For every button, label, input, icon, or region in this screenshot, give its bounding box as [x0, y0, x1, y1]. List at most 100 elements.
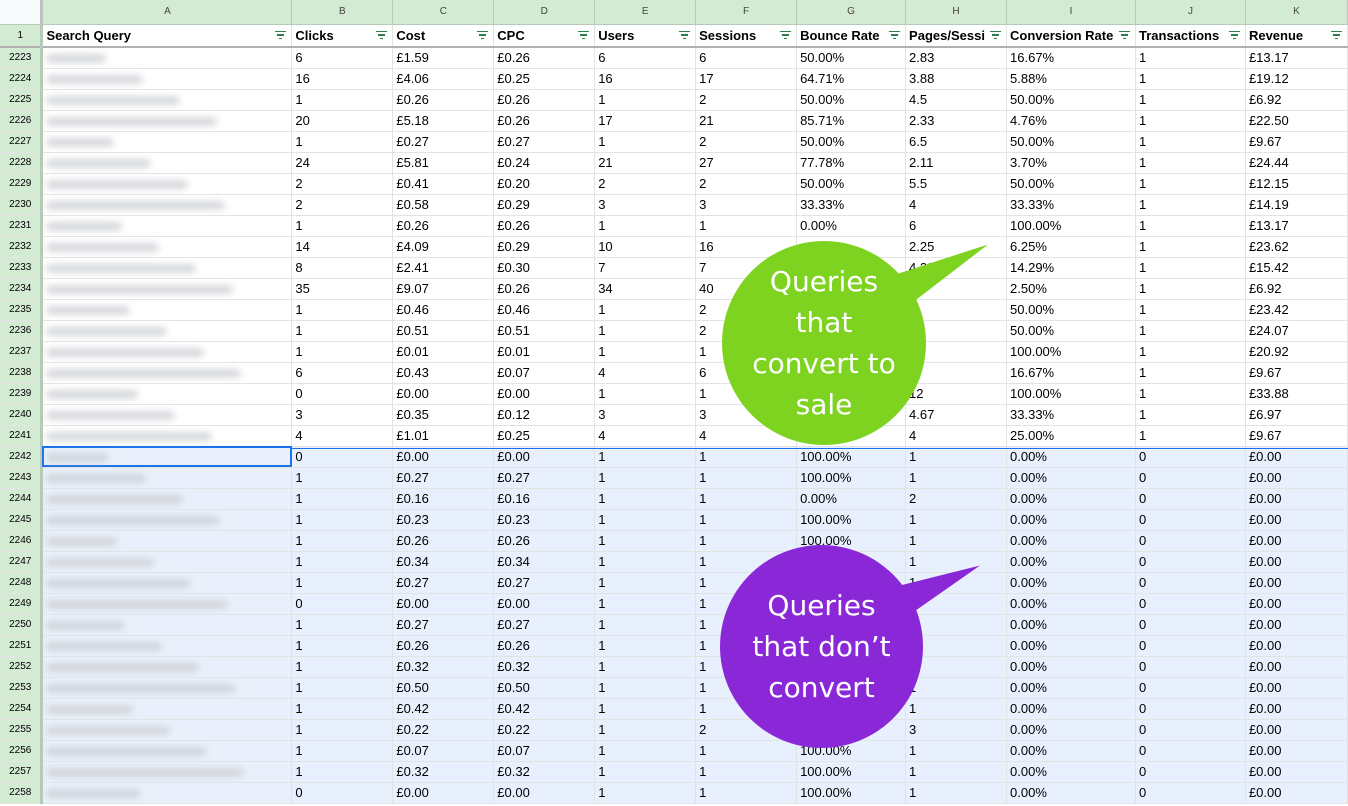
cell[interactable]: 1 — [695, 488, 798, 510]
column-header-c[interactable]: C — [392, 0, 495, 25]
cell[interactable]: £0.26 — [493, 47, 596, 69]
cell[interactable]: 0.00% — [1006, 488, 1136, 510]
cell[interactable]: £0.00 — [493, 446, 596, 468]
cell[interactable]: £0.00 — [392, 593, 495, 615]
cell[interactable]: 1 — [291, 698, 394, 720]
cell[interactable]: £0.26 — [493, 110, 596, 132]
cell[interactable]: £0.46 — [392, 299, 495, 321]
cell[interactable]: £0.27 — [392, 131, 495, 153]
cell[interactable]: 1 — [594, 593, 697, 615]
cell[interactable]: 1 — [594, 530, 697, 552]
cell[interactable]: £0.16 — [392, 488, 495, 510]
cell[interactable]: £33.88 — [1245, 383, 1348, 405]
cell[interactable]: 0 — [1135, 593, 1246, 615]
cell[interactable]: 1 — [594, 761, 697, 783]
search-query-cell-redacted[interactable] — [41, 656, 293, 678]
cell[interactable]: 50.00% — [796, 89, 907, 111]
cell[interactable]: 0.00% — [1006, 509, 1136, 531]
cell[interactable]: 1 — [1135, 110, 1246, 132]
cell[interactable]: 1 — [1135, 236, 1246, 258]
header-cell[interactable]: Users — [594, 24, 697, 48]
cell[interactable]: 3 — [905, 719, 1008, 741]
search-query-cell-redacted[interactable] — [41, 572, 293, 594]
cell[interactable]: 1 — [594, 89, 697, 111]
cell[interactable]: 10 — [594, 236, 697, 258]
cell[interactable]: £2.41 — [392, 257, 495, 279]
cell[interactable]: 1 — [594, 782, 697, 804]
cell[interactable]: 1 — [1135, 404, 1246, 426]
cell[interactable]: 3 — [291, 404, 394, 426]
cell[interactable]: £24.07 — [1245, 320, 1348, 342]
cell[interactable]: £0.01 — [493, 341, 596, 363]
cell[interactable]: £4.06 — [392, 68, 495, 90]
search-query-cell-redacted[interactable] — [41, 131, 293, 153]
search-query-cell-redacted[interactable] — [41, 47, 293, 69]
cell[interactable]: 2 — [695, 89, 798, 111]
cell[interactable]: 3 — [695, 194, 798, 216]
cell[interactable]: 4.67 — [905, 404, 1008, 426]
cell[interactable]: 1 — [594, 719, 697, 741]
cell[interactable]: £0.26 — [493, 215, 596, 237]
cell[interactable]: 2.83 — [905, 47, 1008, 69]
cell[interactable]: 0.00% — [1006, 782, 1136, 804]
cell[interactable]: 1 — [594, 320, 697, 342]
cell[interactable]: 1 — [291, 467, 394, 489]
cell[interactable]: £0.22 — [392, 719, 495, 741]
cell[interactable]: 4 — [905, 425, 1008, 447]
row-number[interactable]: 2235 — [0, 299, 44, 321]
cell[interactable]: 6 — [905, 215, 1008, 237]
cell[interactable]: £0.07 — [392, 740, 495, 762]
cell[interactable]: 8 — [291, 257, 394, 279]
row-number[interactable]: 2224 — [0, 68, 44, 90]
cell[interactable]: 0.00% — [1006, 761, 1136, 783]
cell[interactable]: 1 — [905, 467, 1008, 489]
cell[interactable]: 0.00% — [1006, 656, 1136, 678]
cell[interactable]: 12 — [905, 383, 1008, 405]
cell[interactable]: 1 — [905, 782, 1008, 804]
cell[interactable]: £0.20 — [493, 173, 596, 195]
cell[interactable]: £13.17 — [1245, 47, 1348, 69]
cell[interactable]: £0.00 — [1245, 677, 1348, 699]
cell[interactable]: £0.29 — [493, 194, 596, 216]
search-query-cell-redacted[interactable] — [41, 782, 293, 804]
cell[interactable]: 0 — [1135, 635, 1246, 657]
row-number[interactable]: 2248 — [0, 572, 44, 594]
search-query-cell-redacted[interactable] — [41, 761, 293, 783]
cell[interactable]: 2.33 — [905, 110, 1008, 132]
cell[interactable]: 1 — [1135, 341, 1246, 363]
filter-icon[interactable] — [780, 30, 792, 41]
header-cell[interactable]: Conversion Rate — [1006, 24, 1136, 48]
cell[interactable]: 0.00% — [1006, 572, 1136, 594]
cell[interactable]: 1 — [905, 509, 1008, 531]
row-number[interactable]: 2251 — [0, 635, 44, 657]
cell[interactable]: 1 — [594, 467, 697, 489]
cell[interactable]: 1 — [1135, 68, 1246, 90]
header-cell[interactable]: Cost — [392, 24, 495, 48]
row-number[interactable]: 2246 — [0, 530, 44, 552]
cell[interactable]: 0.00% — [1006, 530, 1136, 552]
column-header-d[interactable]: D — [493, 0, 596, 25]
cell[interactable]: £0.25 — [493, 425, 596, 447]
cell[interactable]: 4 — [291, 425, 394, 447]
search-query-cell-redacted[interactable] — [41, 215, 293, 237]
cell[interactable]: 50.00% — [796, 47, 907, 69]
cell[interactable]: 35 — [291, 278, 394, 300]
row-number[interactable]: 2254 — [0, 698, 44, 720]
cell[interactable]: 1 — [291, 509, 394, 531]
row-number[interactable]: 2230 — [0, 194, 44, 216]
cell[interactable]: 0.00% — [796, 488, 907, 510]
cell[interactable]: 0 — [1135, 698, 1246, 720]
cell[interactable]: 1 — [1135, 89, 1246, 111]
cell[interactable]: £0.00 — [1245, 740, 1348, 762]
cell[interactable]: 0.00% — [1006, 467, 1136, 489]
search-query-cell-redacted[interactable] — [41, 530, 293, 552]
cell[interactable]: 33.33% — [796, 194, 907, 216]
cell[interactable]: 2 — [594, 173, 697, 195]
cell[interactable]: 2 — [291, 173, 394, 195]
data-grid[interactable]: ABCDEFGHIJK 1 Search Query Clicks Cost CPC U… — [0, 0, 1348, 804]
select-all-corner[interactable] — [0, 0, 44, 25]
cell[interactable]: £0.58 — [392, 194, 495, 216]
cell[interactable]: 50.00% — [1006, 89, 1136, 111]
cell[interactable]: 6 — [291, 47, 394, 69]
cell[interactable]: £0.12 — [493, 404, 596, 426]
